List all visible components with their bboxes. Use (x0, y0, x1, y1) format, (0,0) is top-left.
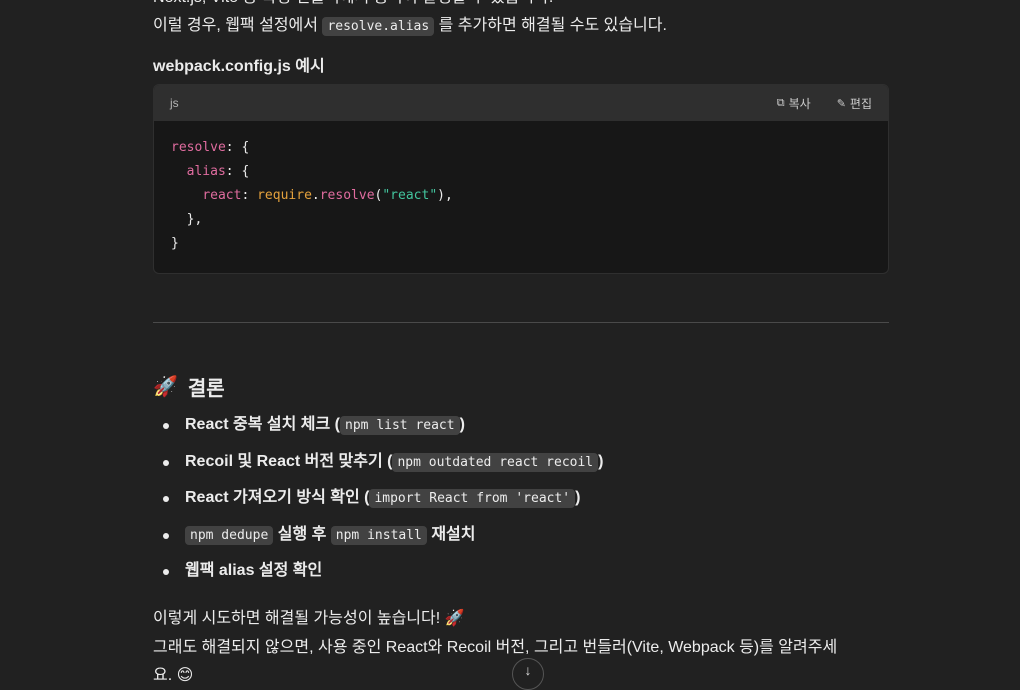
code-token: }, (186, 212, 203, 227)
code-token: require (257, 188, 312, 203)
list-item-text: 실행 후 (273, 525, 331, 543)
edit-button[interactable]: ✎ 편집 (837, 95, 872, 112)
scroll-down-button[interactable]: ↓ (512, 658, 544, 690)
inline-code: npm dedupe (185, 525, 274, 545)
previous-paragraph-line: Next.js, Vite 등 특정 번들러에서 중복이 발생할 수 있습니다. (153, 0, 553, 12)
edit-label: 편집 (849, 96, 872, 111)
copy-label: 복사 (788, 96, 811, 111)
code-token: resolve (171, 140, 226, 155)
inline-code: npm install (330, 525, 427, 545)
divider (153, 322, 889, 323)
list-item-end: ) (575, 489, 581, 506)
code-block: js ⧉ 복사 ✎ 편집 resolve: { alias: { react: … (153, 84, 889, 274)
code-token: resolve (319, 188, 375, 203)
example-title: webpack.config.js 예시 (153, 58, 325, 75)
alias-inline-code: resolve.alias (322, 17, 435, 36)
list-item-end: ) (598, 452, 604, 470)
code-token: "react" (382, 188, 438, 203)
code-token: : (241, 188, 258, 203)
inline-code: npm outdated react recoil (392, 452, 599, 472)
copy-icon: ⧉ (776, 96, 785, 109)
pencil-icon: ✎ (836, 97, 846, 110)
list-item-text: React 중복 설치 체크 ( (185, 416, 341, 433)
list-item-end: 재설치 (426, 525, 476, 543)
list-item: React 가져오기 방식 확인 (import React from 'rea… (153, 483, 889, 520)
inline-code: import React from 'react' (369, 489, 576, 508)
inline-code: npm list react (340, 416, 460, 435)
code-token: . (311, 188, 320, 203)
list-item-text: 웹팩 alias 설정 확인 (185, 562, 323, 579)
list-item-text: React 가져오기 방식 확인 ( (185, 489, 370, 506)
code-token: : { (225, 140, 250, 155)
conclusion-title: 결론 (187, 378, 225, 400)
list-item: React 중복 설치 체크 (npm list react) (153, 410, 889, 447)
alias-sentence-after: 를 추가하면 해결될 수도 있습니다. (434, 17, 667, 34)
code-content: resolve: { alias: { react: require.resol… (154, 121, 888, 271)
code-token: alias (186, 164, 226, 179)
code-language-label: js (170, 96, 179, 110)
rocket-icon: 🚀 (153, 376, 178, 398)
list-item-text: Recoil 및 React 버전 맞추기 ( (185, 452, 393, 470)
list-item-end: ) (459, 416, 465, 433)
code-block-header: js ⧉ 복사 ✎ 편집 (154, 85, 888, 121)
closing-line-2: 그래도 해결되지 않으면, 사용 중인 React와 Recoil 버전, 그리… (153, 639, 838, 656)
code-token: react (202, 188, 242, 203)
code-token: } (171, 236, 179, 251)
conclusion-list: React 중복 설치 체크 (npm list react) Recoil 및… (153, 410, 889, 593)
list-item: 웹팩 alias 설정 확인 (153, 556, 889, 593)
closing-line-1: 이렇게 시도하면 해결될 가능성이 높습니다! 🚀 (153, 610, 465, 627)
code-token: : { (225, 164, 250, 179)
copy-button[interactable]: ⧉ 복사 (777, 95, 811, 112)
conclusion-heading: 🚀 결론 (153, 372, 225, 401)
list-item: npm dedupe 실행 후 npm install 재설치 (153, 520, 889, 557)
code-token: ), (437, 188, 453, 203)
arrow-down-icon: ↓ (524, 662, 532, 678)
alias-sentence: 이럴 경우, 웹팩 설정에서 resolve.alias 를 추가하면 해결될 … (153, 12, 667, 41)
list-item: Recoil 및 React 버전 맞추기 (npm outdated reac… (153, 447, 889, 484)
alias-sentence-before: 이럴 경우, 웹팩 설정에서 (153, 17, 323, 34)
